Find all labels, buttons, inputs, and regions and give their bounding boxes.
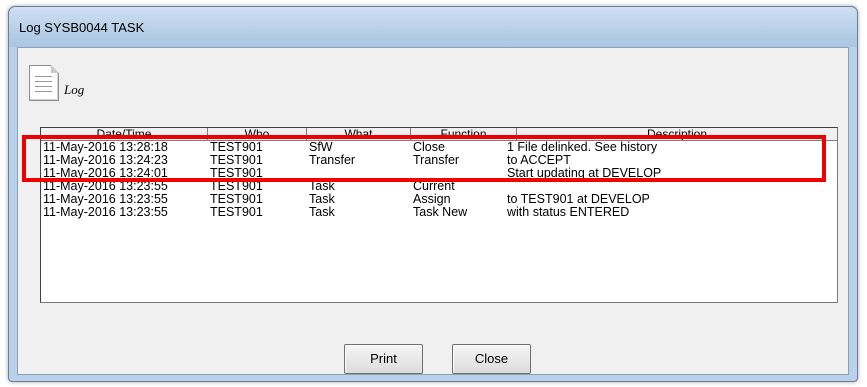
cell-datetime: 11-May-2016 13:23:55	[43, 180, 168, 193]
cell-who: TEST901	[210, 154, 263, 167]
cell-what: SfW	[309, 141, 333, 154]
cell-function: Close	[413, 141, 445, 154]
cell-who: TEST901	[210, 206, 263, 219]
cell-function: Assign	[413, 193, 451, 206]
column-header-what[interactable]: What	[307, 128, 411, 141]
log-label: Log	[64, 82, 85, 97]
cell-what: Task	[309, 180, 335, 193]
column-header-datetime[interactable]: Date/Time	[41, 128, 208, 141]
cell-what: Task	[309, 206, 335, 219]
window-title: Log SYSB0044 TASK	[19, 20, 145, 35]
table-row[interactable]: 11-May-2016 13:24:23 TEST901 Transfer Tr…	[41, 154, 837, 167]
cell-datetime: 11-May-2016 13:24:01	[43, 167, 168, 180]
cell-function: Current	[413, 180, 455, 193]
cell-who: TEST901	[210, 193, 263, 206]
title-bar[interactable]: Log SYSB0044 TASK	[9, 7, 857, 47]
cell-who: TEST901	[210, 167, 263, 180]
cell-description: with status ENTERED	[507, 206, 630, 219]
table-row[interactable]: 11-May-2016 13:23:55 TEST901 Task Curren…	[41, 180, 837, 193]
cell-function: Task New	[413, 206, 468, 219]
column-header-who[interactable]: Who	[208, 128, 307, 141]
cell-datetime: 11-May-2016 13:28:18	[43, 141, 168, 154]
cell-description: to TEST901 at DEVELOP	[507, 193, 650, 206]
dialog-client-area: Log Date/Time Who What Function Descript…	[17, 47, 849, 375]
cell-datetime: 11-May-2016 13:23:55	[43, 206, 168, 219]
cell-what: Task	[309, 193, 335, 206]
cell-description: 1 File delinked. See history	[507, 141, 658, 154]
log-dialog: Log SYSB0044 TASK Log Date/Time Who What…	[8, 6, 858, 382]
log-table[interactable]: Date/Time Who What Function Description …	[40, 127, 838, 303]
column-header-function[interactable]: Function	[411, 128, 517, 141]
document-icon	[29, 65, 59, 101]
cell-who: TEST901	[210, 141, 263, 154]
cell-datetime: 11-May-2016 13:23:55	[43, 193, 168, 206]
close-button[interactable]: Close	[452, 344, 531, 374]
cell-what: Transfer	[309, 154, 356, 167]
print-button[interactable]: Print	[344, 344, 423, 374]
cell-datetime: 11-May-2016 13:24:23	[43, 154, 168, 167]
cell-description: to ACCEPT	[507, 154, 571, 167]
cell-who: TEST901	[210, 180, 263, 193]
table-header: Date/Time Who What Function Description	[41, 128, 837, 141]
cell-function: Transfer	[413, 154, 460, 167]
table-row[interactable]: 11-May-2016 13:24:01 TEST901 Start updat…	[41, 167, 837, 180]
table-row[interactable]: 11-May-2016 13:23:55 TEST901 Task Assign…	[41, 193, 837, 206]
column-header-description[interactable]: Description	[517, 128, 837, 141]
table-row[interactable]: 11-May-2016 13:28:18 TEST901 SfW Close 1…	[41, 141, 837, 154]
table-row[interactable]: 11-May-2016 13:23:55 TEST901 Task Task N…	[41, 206, 837, 219]
cell-description: Start updating at DEVELOP	[507, 167, 662, 180]
